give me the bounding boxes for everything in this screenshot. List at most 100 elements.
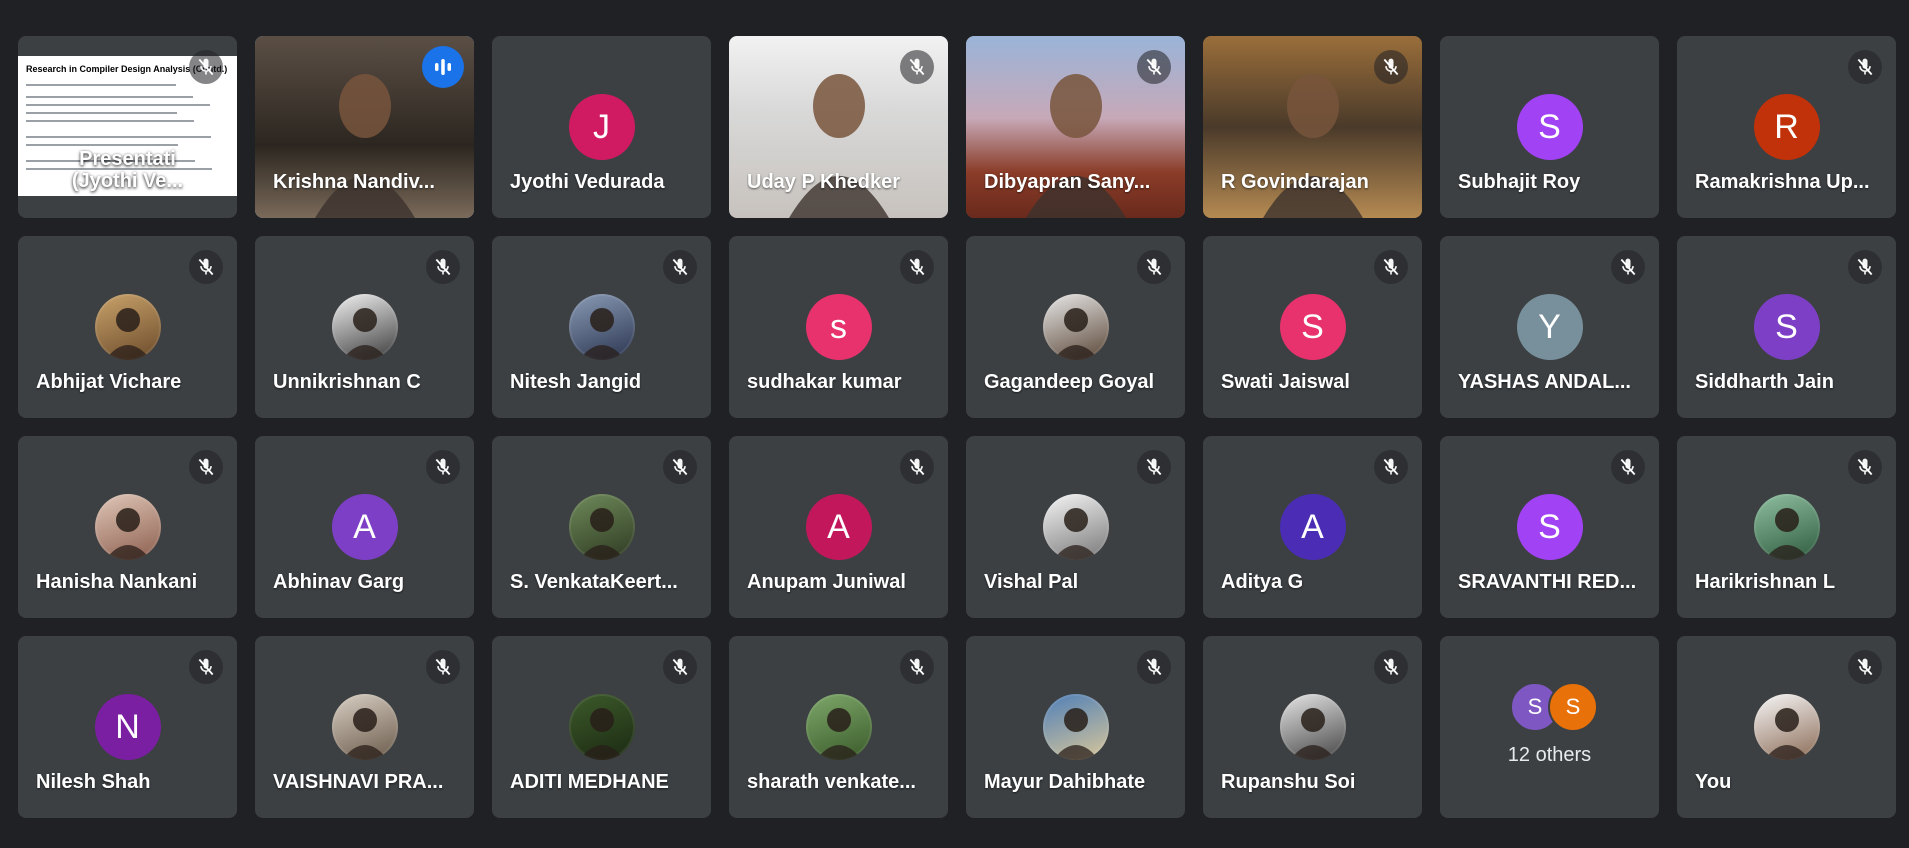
audio-level-icon (422, 46, 464, 88)
avatar (94, 294, 161, 360)
participant-name: Swati Jaiswal (1221, 371, 1350, 393)
participant-tile[interactable]: Uday P Khedker (729, 36, 948, 218)
avatar (1042, 694, 1109, 760)
participant-tile[interactable]: Dibyapran Sany... (966, 36, 1185, 218)
participant-tile[interactable]: S Swati Jaiswal (1203, 236, 1422, 418)
avatar (1753, 694, 1820, 760)
participant-tile[interactable]: S SRAVANTHI RED... (1440, 436, 1659, 618)
mic-off-icon (1848, 50, 1882, 84)
avatar (331, 294, 398, 360)
participant-name: Harikrishnan L (1695, 571, 1836, 593)
participant-name: VAISHNAVI PRA... (273, 771, 444, 793)
participant-name: R Govindarajan (1221, 171, 1369, 193)
avatar (805, 694, 872, 760)
mic-off-icon (663, 250, 697, 284)
participant-name: Dibyapran Sany... (984, 171, 1151, 193)
mic-off-icon (1848, 650, 1882, 684)
avatar: S (1279, 294, 1346, 360)
mic-off-icon (426, 250, 460, 284)
slide-text-line (26, 120, 194, 122)
participant-tile[interactable]: S. VenkataKeert... (492, 436, 711, 618)
participant-name: YASHAS ANDAL... (1458, 371, 1631, 393)
presenter-name: (Jyothi Ve... (71, 170, 184, 192)
avatar (331, 694, 398, 760)
avatar: Y (1516, 294, 1583, 360)
participant-tile[interactable]: R Govindarajan (1203, 36, 1422, 218)
mic-off-icon (1137, 450, 1171, 484)
mic-off-icon (1137, 50, 1171, 84)
participant-tile[interactable]: Nitesh Jangid (492, 236, 711, 418)
avatar: A (1279, 494, 1346, 560)
participant-tile[interactable]: S Subhajit Roy (1440, 36, 1659, 218)
avatar: A (805, 494, 872, 560)
participant-tile[interactable]: Vishal Pal (966, 436, 1185, 618)
others-avatar: S (1548, 682, 1598, 732)
participant-tile[interactable]: Unnikrishnan C (255, 236, 474, 418)
mic-off-icon (663, 450, 697, 484)
participant-tile[interactable]: R Ramakrishna Up... (1677, 36, 1896, 218)
participant-tile[interactable]: J Jyothi Vedurada (492, 36, 711, 218)
mic-off-icon (1137, 650, 1171, 684)
participant-tile[interactable]: Gagandeep Goyal (966, 236, 1185, 418)
participant-name: Mayur Dahibhate (984, 771, 1146, 793)
mic-off-icon (426, 450, 460, 484)
slide-text-line (26, 112, 177, 114)
participant-tile[interactable]: N Nilesh Shah (18, 636, 237, 818)
participant-name: Rupanshu Soi (1221, 771, 1356, 793)
mic-off-icon (189, 650, 223, 684)
mic-off-icon (1611, 250, 1645, 284)
avatar: A (331, 494, 398, 560)
participant-tile[interactable]: A Abhinav Garg (255, 436, 474, 618)
participant-tile[interactable]: Krishna Nandiv... (255, 36, 474, 218)
avatar: J (568, 94, 635, 160)
presentation-label-text: Presentati (79, 148, 176, 170)
participant-name: S. VenkataKeert... (510, 571, 678, 593)
mic-off-icon (189, 250, 223, 284)
participant-tile[interactable]: Hanisha Nankani (18, 436, 237, 618)
avatar (1279, 694, 1346, 760)
slide-text-line (26, 136, 211, 138)
participant-tile[interactable]: S S 12 others (1440, 636, 1659, 818)
participant-name: Nilesh Shah (36, 771, 151, 793)
participant-name: sudhakar kumar (747, 371, 902, 393)
participant-name: ADITI MEDHANE (510, 771, 669, 793)
participant-tile[interactable]: You (1677, 636, 1896, 818)
participant-tile[interactable]: ADITI MEDHANE (492, 636, 711, 818)
participant-tile[interactable]: Rupanshu Soi (1203, 636, 1422, 818)
participant-name: You (1695, 771, 1732, 793)
participant-tile[interactable]: S Siddharth Jain (1677, 236, 1896, 418)
avatar: S (1516, 494, 1583, 560)
mic-off-icon (1374, 250, 1408, 284)
participant-tile[interactable]: s sudhakar kumar (729, 236, 948, 418)
avatar (568, 294, 635, 360)
slide-text-line (26, 84, 176, 86)
mic-off-icon (663, 650, 697, 684)
avatar: S (1753, 294, 1820, 360)
participant-tile[interactable]: A Anupam Juniwal (729, 436, 948, 618)
avatar (568, 694, 635, 760)
mic-off-icon (900, 450, 934, 484)
participant-tile[interactable]: Harikrishnan L (1677, 436, 1896, 618)
slide-text-line (26, 96, 193, 98)
participant-tile[interactable]: Y YASHAS ANDAL... (1440, 236, 1659, 418)
participant-tile[interactable]: A Aditya G (1203, 436, 1422, 618)
participant-tile[interactable]: Research in Compiler Design Analysis (Co… (18, 36, 237, 218)
participant-tile[interactable]: sharath venkate... (729, 636, 948, 818)
mic-off-icon (426, 650, 460, 684)
participant-name: Abhijat Vichare (36, 371, 182, 393)
participant-name: Abhinav Garg (273, 571, 405, 593)
participant-tile[interactable]: Abhijat Vichare (18, 236, 237, 418)
participant-name: Subhajit Roy (1458, 171, 1581, 193)
mic-off-icon (1137, 250, 1171, 284)
others-count: 12 others (1507, 744, 1592, 766)
slide-text-line (26, 144, 178, 146)
participant-name: Nitesh Jangid (510, 371, 642, 393)
participant-name: Ramakrishna Up... (1695, 171, 1870, 193)
participant-name: Gagandeep Goyal (984, 371, 1155, 393)
participant-name: Siddharth Jain (1695, 371, 1834, 393)
mic-off-icon (1374, 650, 1408, 684)
participant-name: Uday P Khedker (747, 171, 901, 193)
avatar (94, 494, 161, 560)
participant-tile[interactable]: Mayur Dahibhate (966, 636, 1185, 818)
participant-tile[interactable]: VAISHNAVI PRA... (255, 636, 474, 818)
